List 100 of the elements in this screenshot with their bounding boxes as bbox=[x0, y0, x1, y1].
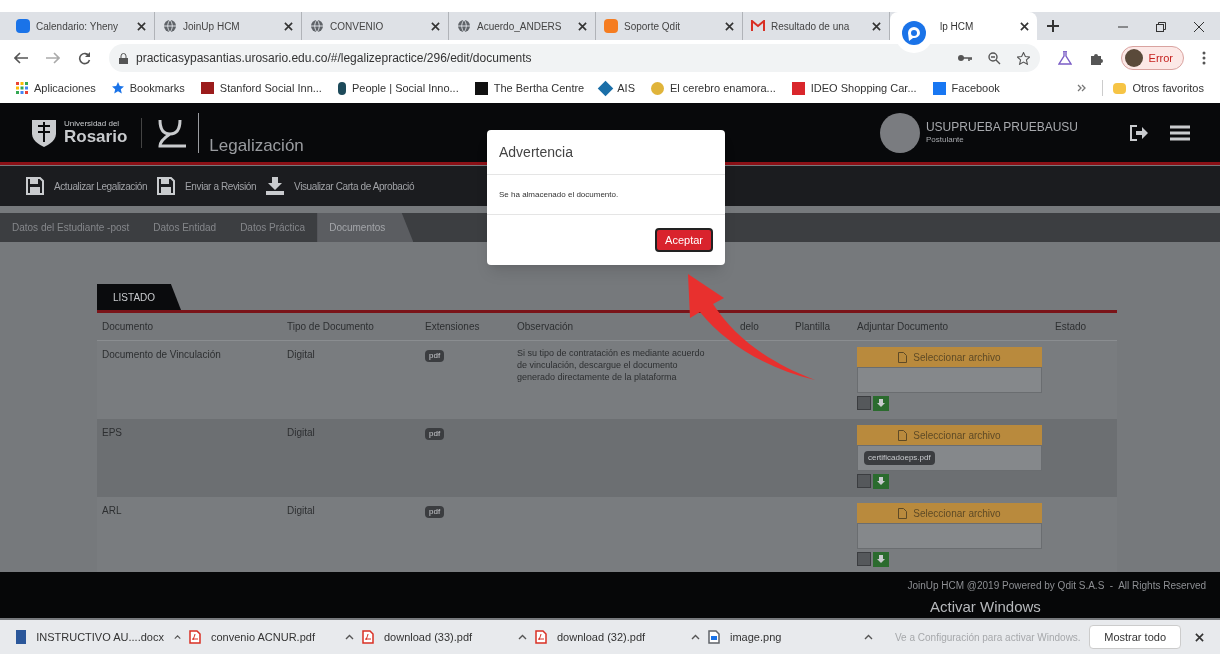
bookmark-logo-icon bbox=[474, 81, 488, 95]
globe-icon bbox=[163, 19, 177, 33]
windows-notice-text: Ve a Configuración para activar Windows. bbox=[895, 630, 1081, 645]
download-item[interactable]: convenio ACNUR.pdf bbox=[189, 628, 354, 646]
puzzle-icon[interactable] bbox=[1089, 51, 1103, 65]
file-drop-field[interactable] bbox=[857, 367, 1042, 393]
close-icon[interactable] bbox=[1195, 632, 1204, 642]
reload-icon[interactable] bbox=[78, 51, 91, 65]
lock-icon bbox=[119, 52, 128, 64]
zoom-out-icon[interactable] bbox=[987, 51, 1001, 65]
close-icon[interactable] bbox=[872, 21, 881, 31]
url-text: practicasypasantias.urosario.edu.co/#/legalizepractice/296/edit/documents bbox=[136, 50, 532, 67]
bookmark-item[interactable]: Facebook bbox=[932, 79, 1000, 97]
tab-title: lp HCM bbox=[939, 19, 975, 34]
download-button-icon[interactable] bbox=[873, 396, 889, 411]
app-title: Legalización bbox=[209, 134, 304, 157]
caret-up-icon[interactable] bbox=[518, 634, 527, 640]
bookmark-item[interactable]: People | Social Inno... bbox=[337, 79, 459, 97]
download-button-icon[interactable] bbox=[873, 552, 889, 567]
column-header: delo bbox=[739, 320, 760, 334]
folder-icon bbox=[1113, 82, 1127, 94]
footer-text: JoinUp HCM @2019 Powered by Qdit S.A.S - All Rights Reserved bbox=[907, 579, 1206, 593]
column-header: Estado bbox=[1054, 320, 1088, 334]
show-all-button[interactable]: Mostrar todo bbox=[1089, 625, 1181, 649]
accept-button[interactable]: Aceptar bbox=[655, 228, 713, 252]
column-header: Plantilla bbox=[794, 320, 832, 334]
file-chip: certificadoeps.pdf bbox=[864, 451, 935, 465]
bookmark-item[interactable]: El cerebro enamora... bbox=[651, 79, 776, 97]
table-cell-text: Digital bbox=[286, 348, 316, 362]
double-chevron-icon[interactable] bbox=[1077, 84, 1087, 92]
tab-title: Resultado de una bbox=[771, 19, 851, 34]
file-type-badge: pdf bbox=[425, 428, 445, 440]
logo-name: Rosario bbox=[64, 128, 128, 145]
close-icon[interactable] bbox=[137, 21, 146, 31]
more-menu-icon[interactable] bbox=[1202, 51, 1206, 65]
caret-up-icon[interactable] bbox=[691, 634, 700, 640]
download-button-icon[interactable] bbox=[873, 474, 889, 489]
calendar-icon bbox=[16, 19, 30, 33]
key-icon[interactable] bbox=[957, 54, 972, 62]
column-header: Documento bbox=[101, 320, 155, 334]
address-field[interactable]: practicasypasantias.urosario.edu.co/#/legalizepractice/296/edit/documents bbox=[109, 44, 1040, 72]
pdf-file-icon bbox=[535, 630, 547, 644]
bookmark-item[interactable]: The Bertha Centre bbox=[474, 79, 585, 97]
download-icon bbox=[266, 177, 285, 195]
file-icon bbox=[898, 507, 908, 519]
bookmark-item[interactable]: Aplicaciones bbox=[16, 79, 96, 97]
table-cell-text: EPS bbox=[101, 426, 123, 440]
file-drop-field[interactable] bbox=[857, 523, 1042, 549]
caret-up-icon[interactable] bbox=[345, 634, 354, 640]
download-item[interactable]: download (32).pdf bbox=[535, 628, 700, 646]
restore-icon[interactable] bbox=[1156, 22, 1166, 32]
column-header: Observación bbox=[516, 320, 575, 334]
dialog-title: Advertencia bbox=[487, 130, 725, 175]
app-icon bbox=[604, 19, 618, 33]
back-arrow-icon[interactable] bbox=[14, 52, 28, 64]
bookmark-item[interactable]: AIS bbox=[600, 79, 635, 97]
star-outline-icon[interactable] bbox=[1016, 51, 1030, 65]
tab-title: Soporte Qdit bbox=[624, 19, 682, 34]
star-icon bbox=[111, 82, 124, 94]
listado-tab[interactable]: LISTADO bbox=[97, 284, 181, 310]
caret-up-icon[interactable] bbox=[864, 634, 873, 640]
toolbar-button[interactable]: Enviar a Revisión bbox=[157, 177, 257, 195]
close-icon[interactable] bbox=[1194, 22, 1204, 32]
save-icon bbox=[157, 177, 176, 195]
close-icon[interactable] bbox=[284, 21, 293, 31]
avatar-placeholder bbox=[879, 112, 920, 153]
download-item[interactable]: INSTRUCTIVO AU....docx bbox=[16, 628, 181, 646]
apps-grid-icon bbox=[16, 82, 28, 94]
logout-icon[interactable] bbox=[1130, 124, 1148, 141]
profile-button[interactable]: Error bbox=[1120, 46, 1184, 70]
close-icon[interactable] bbox=[578, 21, 587, 31]
close-icon[interactable] bbox=[431, 21, 440, 31]
globe-icon bbox=[457, 19, 471, 33]
bookmark-folder[interactable]: Otros favoritos bbox=[1102, 79, 1204, 97]
dialog-message: Se ha almacenado el documento. bbox=[487, 175, 725, 215]
menu-icon[interactable] bbox=[1170, 124, 1190, 141]
new-tab-icon[interactable] bbox=[1047, 20, 1059, 32]
table-cell-text: Digital bbox=[286, 504, 316, 518]
file-type-badge: pdf bbox=[425, 350, 445, 362]
bookmark-logo-icon bbox=[791, 81, 805, 95]
close-icon[interactable] bbox=[725, 21, 734, 31]
file-type-badge: pdf bbox=[425, 506, 445, 518]
flask-icon[interactable] bbox=[1057, 51, 1072, 65]
bookmark-item[interactable]: Bookmarks bbox=[111, 79, 185, 97]
emblem-logo-icon bbox=[156, 117, 189, 148]
toolbar-button[interactable]: Visualizar Carta de Aprobació bbox=[266, 177, 415, 195]
download-item[interactable]: download (33).pdf bbox=[362, 628, 527, 646]
word-file-icon bbox=[16, 630, 27, 644]
bookmark-item[interactable]: Stanford Social Inn... bbox=[200, 79, 322, 97]
toolbar-button[interactable]: Actualizar Legalización bbox=[26, 177, 148, 195]
tab-title: Acuerdo_ANDERS bbox=[477, 19, 563, 34]
caret-up-icon[interactable] bbox=[173, 634, 181, 640]
crest-logo-icon bbox=[30, 117, 58, 148]
mail-icon bbox=[751, 20, 765, 32]
close-icon[interactable] bbox=[1020, 21, 1029, 31]
bookmark-item[interactable]: IDEO Shopping Car... bbox=[791, 79, 917, 97]
file-drop-field[interactable]: certificadoeps.pdf bbox=[857, 445, 1042, 471]
table-cell-text: Documento de Vinculación bbox=[101, 348, 222, 362]
user-role: Postulante bbox=[925, 135, 965, 145]
download-item[interactable]: image.png bbox=[708, 628, 873, 646]
